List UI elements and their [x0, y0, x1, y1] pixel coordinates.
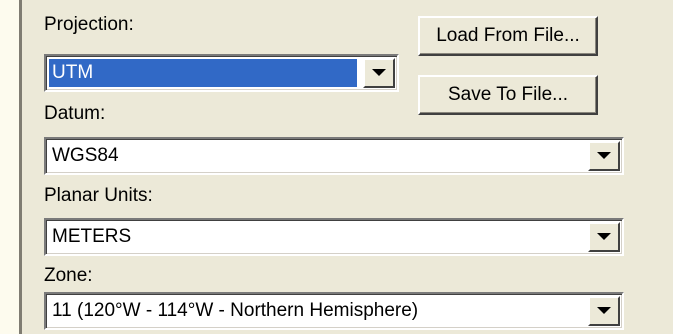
zone-dropdown[interactable]: 11 (120°W - 114°W - Northern Hemisphere)	[44, 292, 624, 330]
chevron-down-icon	[597, 307, 611, 314]
projection-label: Projection:	[44, 14, 134, 35]
chevron-down-icon	[372, 69, 386, 76]
planar-units-dropdown[interactable]: METERS	[44, 218, 624, 256]
save-to-file-button[interactable]: Save To File...	[418, 75, 598, 115]
datum-dropdown-button[interactable]	[588, 141, 620, 171]
planar-units-dropdown-button[interactable]	[588, 222, 620, 252]
planar-units-value: METERS	[52, 226, 132, 247]
projection-value: UTM	[49, 59, 357, 87]
datum-value: WGS84	[52, 145, 119, 166]
chevron-down-icon	[597, 233, 611, 240]
zone-dropdown-button[interactable]	[588, 296, 620, 326]
zone-label: Zone:	[44, 265, 93, 286]
zone-value: 11 (120°W - 114°W - Northern Hemisphere)	[52, 300, 419, 321]
load-from-file-button[interactable]: Load From File...	[418, 16, 598, 56]
datum-dropdown[interactable]: WGS84	[44, 137, 624, 175]
planar-units-label: Planar Units:	[44, 185, 153, 206]
projection-dropdown[interactable]: UTM	[44, 54, 399, 92]
projection-dropdown-button[interactable]	[363, 58, 395, 88]
datum-label: Datum:	[44, 103, 106, 124]
coordinate-system-panel: Projection: UTM Load From File... Save T…	[19, 0, 673, 334]
chevron-down-icon	[597, 152, 611, 159]
